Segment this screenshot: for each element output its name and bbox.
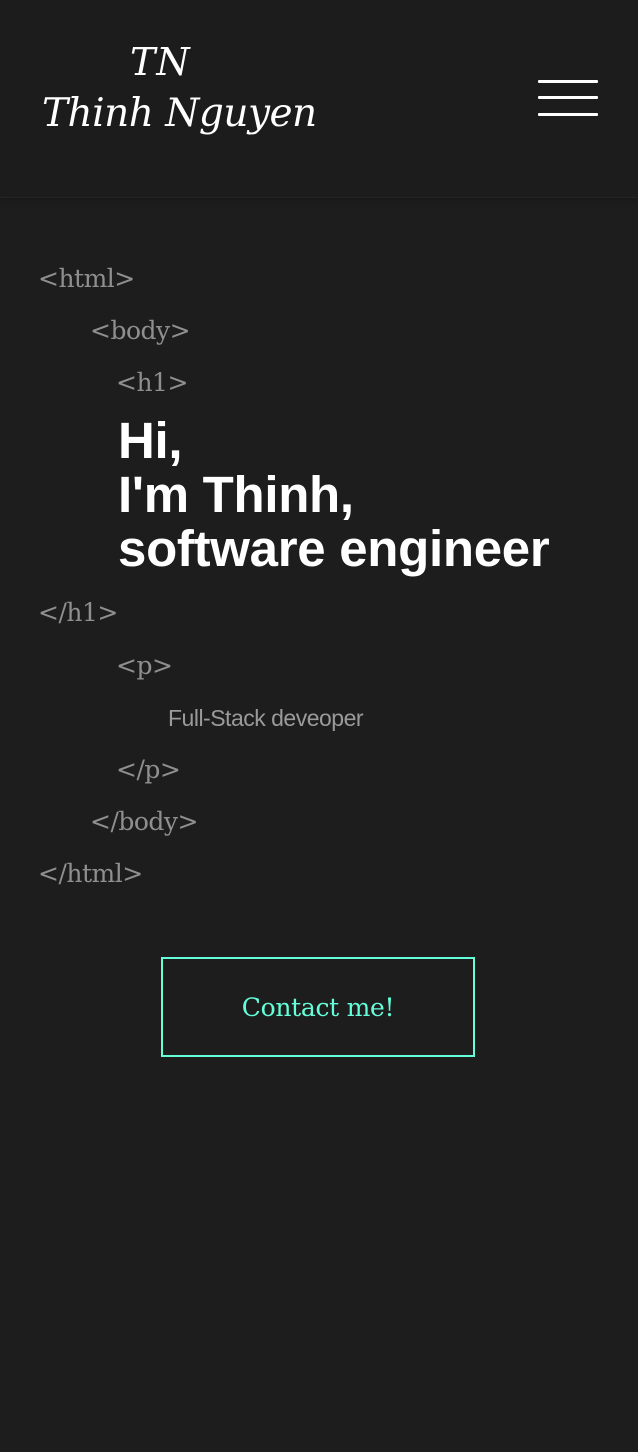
h1-close-tag: </h1>	[38, 598, 118, 627]
hero-headline: Hi, I'm Thinh, software engineer	[118, 414, 628, 576]
hamburger-menu-icon[interactable]	[536, 78, 600, 120]
hero-subtitle: Full-Stack deveoper	[168, 705, 364, 731]
body-open-tag: <body>	[90, 316, 191, 345]
logo-name: Thinh Nguyen	[42, 91, 317, 136]
h1-open-tag: <h1>	[116, 368, 188, 397]
html-close-tag: </html>	[38, 859, 143, 888]
menu-bar-bottom	[538, 113, 598, 116]
logo-initials: TN	[130, 40, 191, 84]
headline-line-1: Hi,	[118, 412, 183, 469]
p-open-tag: <p>	[116, 651, 173, 680]
contact-button[interactable]: Contact me!	[161, 957, 475, 1057]
headline-line-3: software engineer	[118, 520, 550, 577]
p-close-tag: </p>	[116, 755, 181, 784]
body-close-tag: </body>	[90, 807, 199, 836]
menu-bar-top	[538, 80, 598, 83]
menu-bar-middle	[538, 96, 598, 99]
site-logo[interactable]: TN Thinh Nguyen	[40, 38, 317, 158]
site-header: TN Thinh Nguyen	[0, 0, 638, 198]
html-open-tag: <html>	[38, 264, 135, 293]
headline-line-2: I'm Thinh,	[118, 466, 354, 523]
